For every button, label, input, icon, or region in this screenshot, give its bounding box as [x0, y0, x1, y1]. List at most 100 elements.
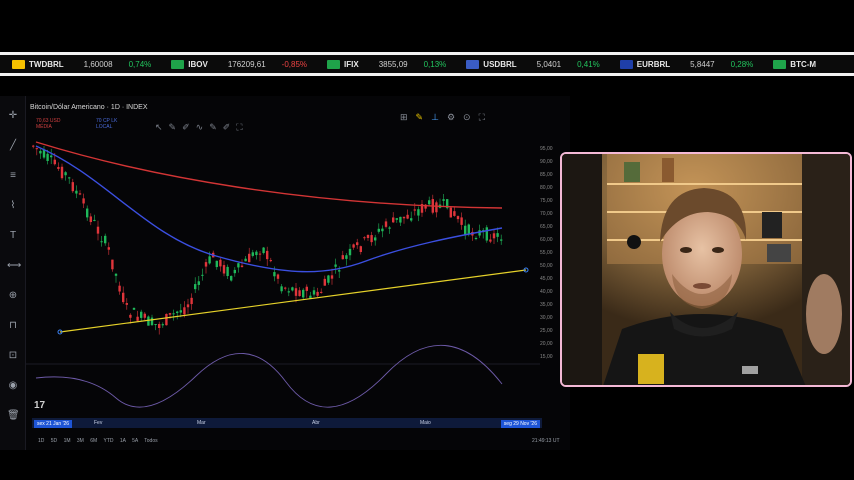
candle-body	[280, 286, 283, 292]
camera-icon[interactable]: ⊙	[463, 112, 479, 122]
candle-body	[122, 292, 125, 303]
candle-body	[392, 217, 395, 223]
candle-body	[154, 324, 157, 326]
candle-body	[496, 233, 499, 237]
candle-body	[100, 241, 103, 243]
tradingview-logo: 17	[34, 400, 46, 411]
range-option[interactable]: 1D	[38, 438, 51, 444]
candle-body	[140, 311, 143, 318]
candle-body	[255, 251, 258, 256]
ticker-symbol: USDBRL	[483, 59, 517, 69]
trend-line-icon[interactable]: ╱	[7, 140, 19, 152]
candle-body	[363, 237, 366, 239]
candle-body	[359, 246, 362, 253]
pencil-icon[interactable]: ✎	[416, 112, 432, 122]
candle-body	[179, 310, 182, 313]
ticker-item[interactable]: IBOV 176209,61 -0,85%	[171, 59, 315, 69]
candle-body	[395, 218, 398, 220]
candle-body	[237, 263, 240, 268]
red-ma-label: MÉDIA	[36, 124, 52, 130]
fib-icon[interactable]: ≡	[7, 170, 19, 182]
range-option[interactable]: 1A	[120, 438, 132, 444]
magnet-icon[interactable]: ⊓	[7, 320, 19, 332]
quick-draw-tools[interactable]: ↖✎✐∿✎✐⛶	[155, 122, 249, 133]
blue-ma-legend: 70 CP LK LOCAL	[96, 118, 117, 130]
candle-body	[129, 314, 132, 318]
candle-body	[251, 252, 254, 256]
pattern-icon[interactable]: ⌇	[7, 200, 19, 212]
ticker-item[interactable]: BTC-M	[773, 59, 836, 69]
line-icon[interactable]: ⊥	[431, 112, 447, 122]
candle-body	[89, 216, 92, 223]
candlestick-chart[interactable]	[26, 136, 540, 416]
ticker-change: 0,74%	[128, 59, 152, 69]
candle-body	[460, 217, 463, 225]
ticker-symbol: BTC-M	[790, 59, 817, 69]
range-option[interactable]: YTD	[104, 438, 120, 444]
candle-body	[165, 313, 168, 326]
eye-icon[interactable]: ◉	[7, 380, 19, 392]
candle-body	[305, 286, 308, 291]
candle-body	[32, 145, 35, 147]
date-end-label: seg 29 Nov '26	[500, 420, 540, 428]
settings-icon[interactable]: ⚙	[447, 112, 463, 122]
range-option[interactable]: 6M	[90, 438, 103, 444]
indicator-icon[interactable]: ⊞	[400, 112, 416, 122]
ticker-item[interactable]: USDBRL 5,0401 0,41%	[466, 59, 608, 69]
candle-body	[384, 221, 388, 227]
candle-body	[492, 233, 496, 239]
measure-icon[interactable]: ⟷	[7, 260, 21, 272]
drawing-toolbar: ✛ ╱ ≡ ⌇ T ⟷ ⊕ ⊓ ⊡ ◉ 🗑	[0, 96, 26, 450]
candle-body	[291, 287, 294, 291]
candle-body	[284, 287, 287, 289]
pen2-icon[interactable]: ✎	[209, 122, 223, 132]
candle-body	[485, 227, 488, 241]
candle-body	[226, 266, 229, 277]
candle-body	[248, 253, 251, 263]
frame-icon[interactable]: ⛶	[236, 122, 248, 132]
range-option[interactable]: Todos	[144, 438, 157, 444]
webcam-overlay	[560, 152, 852, 387]
flag-icon	[773, 59, 787, 69]
ticker-item[interactable]: IFIX 3855,09 0,13%	[327, 59, 454, 69]
ticker-item[interactable]: EURBRL 5,8447 0,28%	[619, 59, 762, 69]
text-icon[interactable]: T	[7, 230, 19, 242]
candle-body	[388, 227, 391, 229]
candle-body	[86, 208, 89, 218]
candle-body	[500, 239, 503, 241]
candle-body	[147, 316, 150, 326]
candle-body	[287, 291, 290, 293]
candle-body	[449, 207, 452, 218]
date-tick: Fev	[94, 420, 103, 426]
blue-ma-label: LOCAL	[96, 124, 113, 130]
wave-icon[interactable]: ∿	[196, 122, 210, 132]
pen-icon[interactable]: ✐	[182, 122, 196, 132]
candle-body	[60, 166, 64, 179]
chart-title: Bitcoin/Dólar Americano · 1D · INDEX	[30, 104, 148, 111]
lock-icon[interactable]: ⊡	[7, 350, 19, 362]
ticker-item[interactable]: TWDBRL 1,60008 0,74%	[12, 59, 159, 69]
range-option[interactable]: 5A	[132, 438, 144, 444]
candle-body	[273, 272, 276, 277]
candle-body	[269, 260, 272, 262]
range-option[interactable]: 3M	[77, 438, 90, 444]
candle-body	[208, 256, 211, 264]
marker-icon[interactable]: ✐	[223, 122, 237, 132]
crosshair-icon[interactable]: ✛	[7, 110, 19, 122]
candle-body	[197, 281, 200, 285]
range-selector[interactable]: 1D 5D 1M 3M 6M YTD 1A 5A Todos	[38, 438, 158, 444]
candle-body	[107, 247, 110, 250]
candle-body	[219, 259, 222, 267]
fullscreen-icon[interactable]: ⛶	[479, 112, 493, 122]
cursor-icon[interactable]: ↖	[155, 122, 169, 132]
candle-body	[64, 172, 67, 176]
range-option[interactable]: 1M	[64, 438, 77, 444]
brush-icon[interactable]: ✎	[169, 122, 183, 132]
trash-icon[interactable]: 🗑	[7, 410, 20, 422]
chart-top-toolbar[interactable]: ⊞✎⊥⚙⊙⛶	[400, 112, 493, 123]
zoom-icon[interactable]: ⊕	[7, 290, 19, 302]
candle-body	[399, 216, 402, 223]
candle-body	[57, 167, 60, 169]
range-option[interactable]: 5D	[51, 438, 64, 444]
candle-body	[168, 313, 172, 315]
